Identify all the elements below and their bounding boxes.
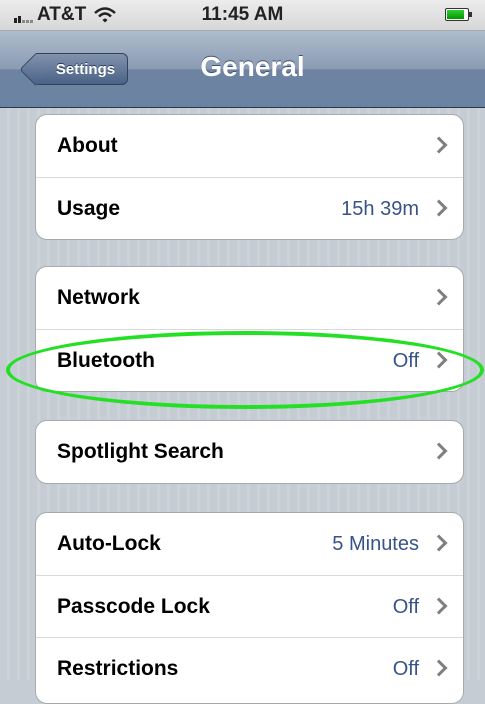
row-value: Off [392,350,419,372]
settings-row-bluetooth[interactable]: Bluetooth Off [36,329,463,391]
settings-row-network[interactable]: Network [36,267,463,329]
row-value: Off [392,596,419,618]
row-label: Auto-Lock [57,532,161,555]
settings-row-usage[interactable]: Usage 15h 39m [36,177,463,239]
settings-group-connectivity: Network Bluetooth Off [35,266,464,392]
settings-group-security: Auto-Lock 5 Minutes Passcode Lock Off Re… [35,512,464,704]
chevron-right-icon [430,659,448,677]
chevron-right-icon [430,442,448,460]
row-value: 5 Minutes [332,533,419,555]
chevron-right-icon [430,136,448,154]
chevron-right-icon [430,534,448,552]
row-label: About [57,134,118,157]
row-label: Restrictions [57,657,179,680]
chevron-right-icon [430,199,448,217]
row-label: Bluetooth [57,349,155,372]
settings-group-search: Spotlight Search [35,420,464,484]
battery-icon [445,8,472,21]
row-value: 15h 39m [341,198,419,220]
chevron-right-icon [430,288,448,306]
chevron-right-icon [430,351,448,369]
row-label: Usage [57,197,121,220]
settings-row-restrictions[interactable]: Restrictions Off [36,637,463,699]
navigation-bar: Settings General [0,31,485,108]
settings-row-auto-lock[interactable]: Auto-Lock 5 Minutes [36,513,463,575]
settings-row-spotlight-search[interactable]: Spotlight Search [36,421,463,483]
page-title: General [200,51,305,82]
settings-group-info: About Usage 15h 39m [35,114,464,240]
row-label: Spotlight Search [57,440,224,463]
settings-row-about[interactable]: About [36,115,463,177]
status-time: 11:45 AM [201,4,284,25]
status-bar: AT&T 11:45 AM [0,0,485,31]
settings-row-passcode-lock[interactable]: Passcode Lock Off [36,575,463,637]
row-label: Network [57,286,140,309]
row-value: Off [392,658,419,680]
row-label: Passcode Lock [57,595,210,618]
chevron-right-icon [430,597,448,615]
